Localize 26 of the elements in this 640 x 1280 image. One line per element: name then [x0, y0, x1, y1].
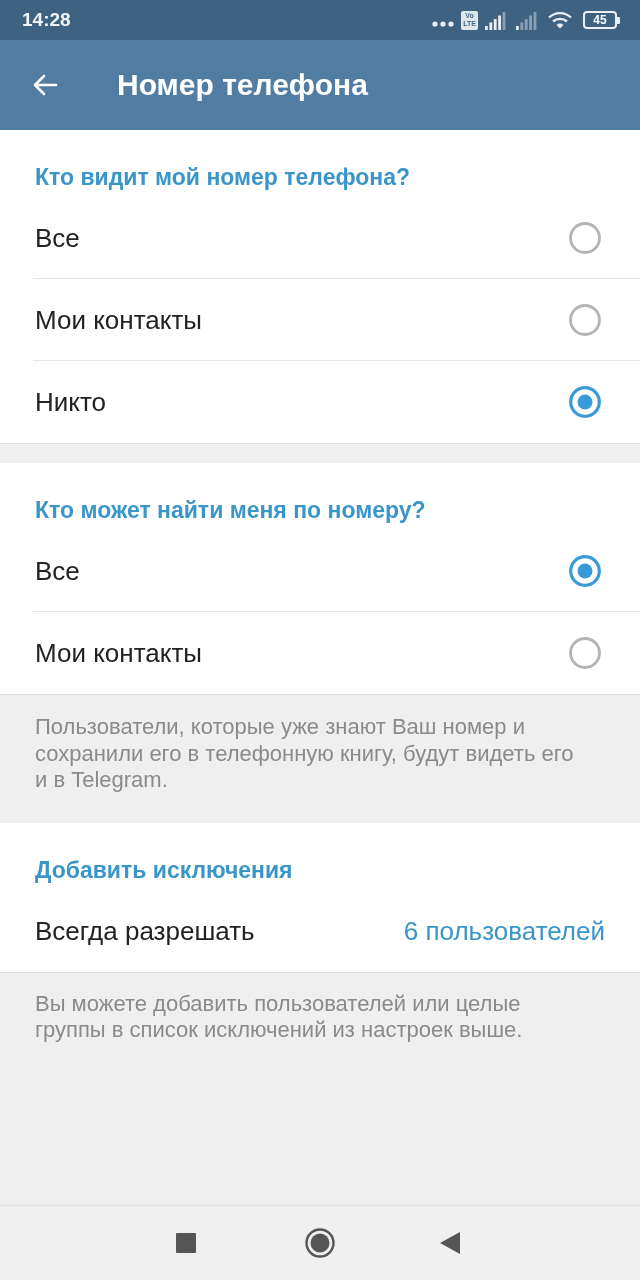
section-footnote: Пользователи, которые уже знают Ваш номер и сохранили его в телефонную книгу, будут видеть его и в Telegram.	[34, 713, 575, 794]
section-header: Кто может найти меня по номеру?	[34, 496, 427, 525]
option-label[interactable]: Все	[35, 223, 80, 253]
battery-icon: 45	[583, 11, 617, 29]
back-arrow-icon[interactable]	[32, 74, 58, 96]
option-label[interactable]: Никто	[35, 387, 107, 417]
radio-button[interactable]	[569, 304, 601, 336]
radio-button[interactable]	[569, 555, 601, 587]
setting-label[interactable]: Всегда разрешать	[35, 915, 255, 946]
signal-icon	[516, 10, 537, 30]
option-label[interactable]: Мои контакты	[35, 638, 202, 668]
section-header: Добавить исключения	[34, 855, 294, 885]
option-label[interactable]: Все	[35, 556, 80, 586]
option-label[interactable]: Мои контакты	[35, 305, 202, 335]
section-header: Кто видит мой номер телефона?	[34, 163, 412, 192]
status-time: 14:28	[22, 9, 71, 31]
signal-icon	[485, 10, 506, 30]
radio-button[interactable]	[569, 386, 601, 418]
wifi-icon	[548, 11, 572, 29]
screen-title: Номер телефона	[117, 67, 368, 103]
more-dots-icon	[432, 21, 454, 27]
radio-button[interactable]	[569, 222, 601, 254]
radio-button[interactable]	[569, 637, 601, 669]
home-icon[interactable]	[305, 1228, 335, 1258]
section-footnote: Вы можете добавить пользователей или целые группы в список исключений из настроек выше.	[34, 989, 524, 1044]
back-icon[interactable]	[440, 1232, 460, 1254]
